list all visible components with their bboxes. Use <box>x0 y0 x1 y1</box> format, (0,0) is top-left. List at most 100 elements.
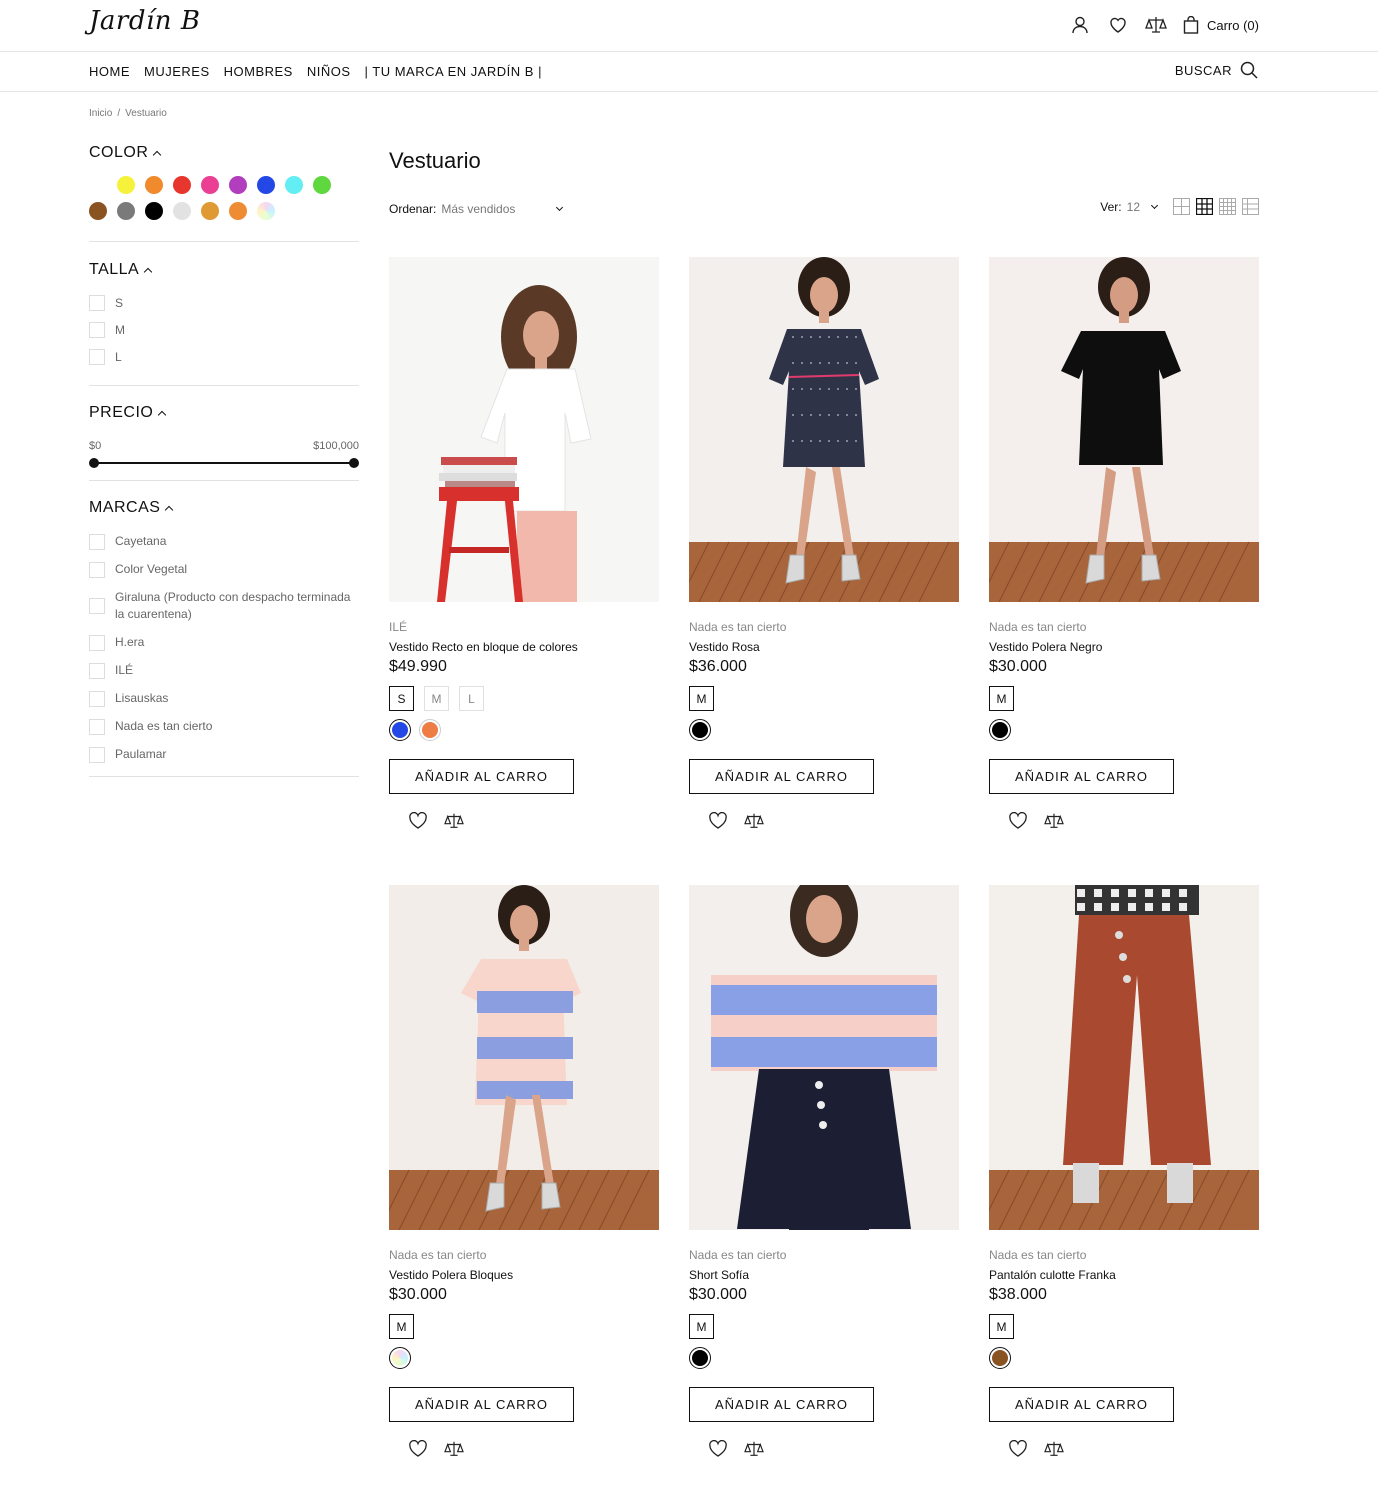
checkbox[interactable] <box>89 718 105 735</box>
size-option[interactable]: S <box>389 686 414 711</box>
size-filter-header[interactable]: TALLA <box>89 261 359 279</box>
product-name[interactable]: Vestido Rosa <box>689 640 959 654</box>
brand-option[interactable]: Paulamar <box>89 746 359 763</box>
nav-mujeres[interactable]: MUJERES <box>144 64 210 79</box>
checkbox[interactable] <box>89 690 105 707</box>
size-option[interactable]: L <box>459 686 484 711</box>
wishlist-icon[interactable] <box>1107 14 1129 36</box>
color-swatch[interactable] <box>201 176 219 194</box>
account-icon[interactable] <box>1069 14 1091 36</box>
wishlist-icon[interactable] <box>708 812 728 830</box>
chevron-down-icon[interactable] <box>1150 201 1159 209</box>
product-image[interactable] <box>389 885 659 1230</box>
price-range-slider[interactable] <box>89 458 359 468</box>
product-image[interactable] <box>989 885 1259 1230</box>
color-swatch[interactable] <box>117 176 135 194</box>
price-slider-max-handle[interactable] <box>349 458 359 468</box>
color-swatch[interactable] <box>173 176 191 194</box>
product-brand[interactable]: Nada es tan cierto <box>689 1248 959 1262</box>
add-to-cart-button[interactable]: AÑADIR AL CARRO <box>389 759 574 794</box>
checkbox[interactable] <box>89 746 105 763</box>
search-button[interactable]: BUSCAR <box>1175 61 1258 79</box>
product-name[interactable]: Vestido Polera Bloques <box>389 1268 659 1282</box>
price-filter-header[interactable]: PRECIO <box>89 404 359 422</box>
size-option[interactable]: S <box>89 295 359 311</box>
color-option[interactable] <box>419 719 441 741</box>
color-swatch[interactable] <box>201 202 219 220</box>
add-to-cart-button[interactable]: AÑADIR AL CARRO <box>689 759 874 794</box>
wishlist-icon[interactable] <box>1008 812 1028 830</box>
color-swatch[interactable] <box>89 176 107 194</box>
grid-3-columns-icon[interactable] <box>1196 198 1213 215</box>
checkbox[interactable] <box>89 533 105 550</box>
color-swatch[interactable] <box>145 202 163 220</box>
size-option[interactable]: M <box>389 1314 414 1339</box>
wishlist-icon[interactable] <box>708 1440 728 1458</box>
checkbox[interactable] <box>89 561 105 578</box>
product-name[interactable]: Short Sofía <box>689 1268 959 1282</box>
nav-hombres[interactable]: HOMBRES <box>224 64 293 79</box>
product-image[interactable] <box>989 257 1259 602</box>
product-image[interactable] <box>689 257 959 602</box>
brand-option[interactable]: Cayetana <box>89 533 359 550</box>
product-image[interactable] <box>689 885 959 1230</box>
add-to-cart-button[interactable]: AÑADIR AL CARRO <box>989 1387 1174 1422</box>
color-swatch[interactable] <box>257 202 275 220</box>
color-option[interactable] <box>389 1347 411 1369</box>
compare-icon[interactable] <box>744 812 764 830</box>
color-option[interactable] <box>689 719 711 741</box>
checkbox[interactable] <box>89 295 105 311</box>
site-logo[interactable]: Jardín B <box>89 6 200 36</box>
color-option[interactable] <box>989 719 1011 741</box>
size-option[interactable]: M <box>424 686 449 711</box>
sort-select-value[interactable]: Más vendidos <box>441 202 557 216</box>
size-option[interactable]: M <box>989 686 1014 711</box>
compare-icon[interactable] <box>444 1440 464 1458</box>
wishlist-icon[interactable] <box>408 812 428 830</box>
nav-home[interactable]: HOME <box>89 64 130 79</box>
brand-option[interactable]: H.era <box>89 634 359 651</box>
add-to-cart-button[interactable]: AÑADIR AL CARRO <box>389 1387 574 1422</box>
size-option[interactable]: M <box>689 686 714 711</box>
size-option[interactable]: M <box>89 322 359 338</box>
product-brand[interactable]: Nada es tan cierto <box>389 1248 659 1262</box>
color-swatch[interactable] <box>117 202 135 220</box>
cart-button[interactable]: Carro (0) <box>1183 16 1259 34</box>
breadcrumb-home[interactable]: Inicio <box>89 108 112 119</box>
color-swatch[interactable] <box>145 176 163 194</box>
list-view-icon[interactable] <box>1242 198 1259 215</box>
sort-control[interactable]: Ordenar: Más vendidos <box>389 202 564 216</box>
product-brand[interactable]: ILÉ <box>389 620 659 634</box>
compare-icon[interactable] <box>444 812 464 830</box>
color-swatch[interactable] <box>229 176 247 194</box>
compare-icon[interactable] <box>1044 1440 1064 1458</box>
product-name[interactable]: Pantalón culotte Franka <box>989 1268 1259 1282</box>
add-to-cart-button[interactable]: AÑADIR AL CARRO <box>989 759 1174 794</box>
color-swatch[interactable] <box>229 202 247 220</box>
compare-icon[interactable] <box>1044 812 1064 830</box>
color-swatch[interactable] <box>173 202 191 220</box>
compare-icon[interactable] <box>1145 14 1167 36</box>
grid-2-columns-icon[interactable] <box>1173 198 1190 215</box>
product-brand[interactable]: Nada es tan cierto <box>989 1248 1259 1262</box>
checkbox[interactable] <box>89 322 105 338</box>
color-option[interactable] <box>989 1347 1011 1369</box>
brand-option[interactable]: ILÉ <box>89 662 359 679</box>
wishlist-icon[interactable] <box>1008 1440 1028 1458</box>
brand-filter-header[interactable]: MARCAS <box>89 499 359 517</box>
checkbox[interactable] <box>89 349 105 365</box>
price-slider-min-handle[interactable] <box>89 458 99 468</box>
nav-tu-marca[interactable]: | TU MARCA EN JARDÍN B | <box>365 64 542 79</box>
brand-option[interactable]: Lisauskas <box>89 690 359 707</box>
checkbox[interactable] <box>89 634 105 651</box>
color-swatch[interactable] <box>313 176 331 194</box>
color-swatch[interactable] <box>285 176 303 194</box>
nav-ninos[interactable]: NIÑOS <box>307 64 351 79</box>
color-filter-header[interactable]: COLOR <box>89 144 359 162</box>
checkbox[interactable] <box>89 662 105 679</box>
size-option[interactable]: M <box>689 1314 714 1339</box>
grid-4-columns-icon[interactable] <box>1219 198 1236 215</box>
product-name[interactable]: Vestido Recto en bloque de colores <box>389 640 659 654</box>
brand-option[interactable]: Color Vegetal <box>89 561 359 578</box>
checkbox[interactable] <box>89 598 105 614</box>
